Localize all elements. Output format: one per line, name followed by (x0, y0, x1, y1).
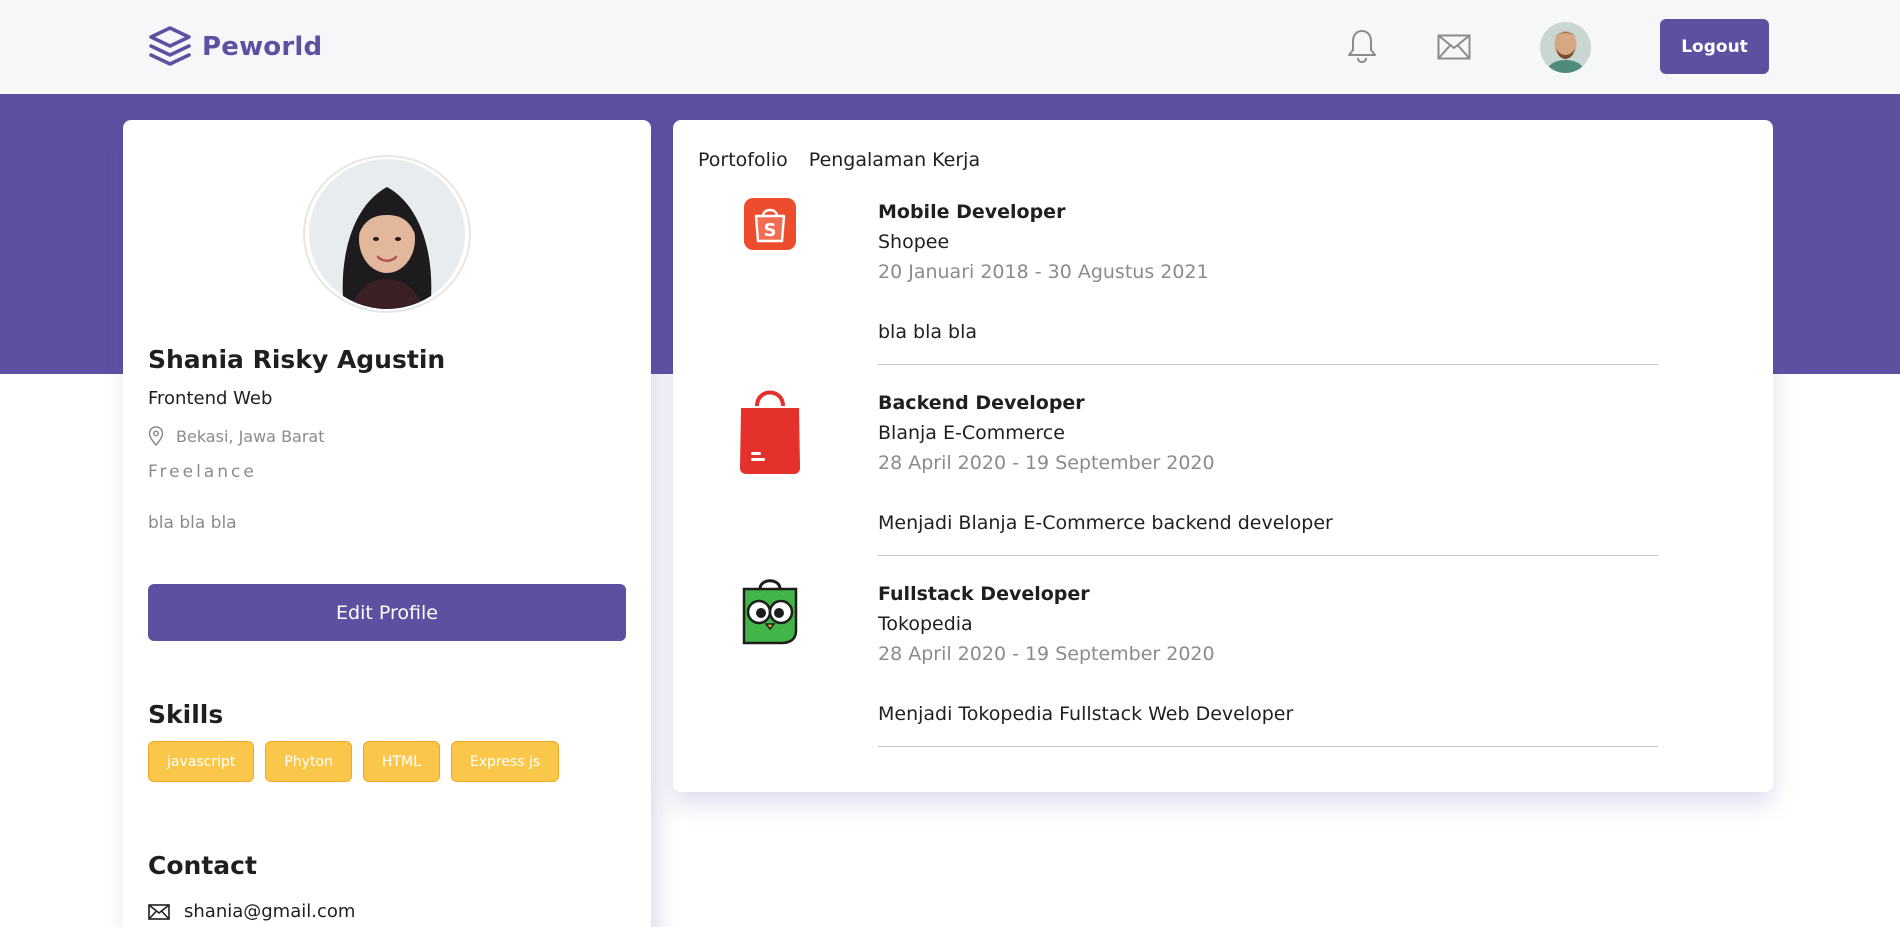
experience-card: Portofolio Pengalaman Kerja S Mobile Dev… (673, 120, 1773, 792)
edit-profile-button[interactable]: Edit Profile (148, 584, 626, 641)
experience-position: Backend Developer (878, 392, 1085, 414)
skills-title: Skills (148, 700, 224, 729)
experience-description: bla bla bla (878, 321, 978, 343)
profile-card: Shania Risky Agustin Frontend Web Bekasi… (123, 120, 651, 927)
tab-pengalaman-kerja[interactable]: Pengalaman Kerja (809, 149, 980, 171)
shopee-logo-icon: S (735, 197, 805, 267)
tab-portofolio[interactable]: Portofolio (698, 149, 788, 171)
experience-position: Mobile Developer (878, 201, 1066, 223)
experience-company: Tokopedia (878, 613, 973, 635)
experience-date: 28 April 2020 - 19 September 2020 (878, 643, 1215, 665)
experience-position: Fullstack Developer (878, 583, 1090, 605)
profile-location: Bekasi, Jawa Barat (148, 426, 325, 446)
brand[interactable]: Peworld (148, 26, 322, 68)
experience-company: Shopee (878, 231, 950, 253)
layers-logo-icon (149, 26, 191, 66)
profile-location-text: Bekasi, Jawa Barat (176, 426, 325, 446)
contact-email[interactable]: shania@gmail.com (148, 901, 355, 922)
tabs: Portofolio Pengalaman Kerja (698, 149, 980, 171)
experience-item: S Mobile Developer Shopee 20 Januari 201… (673, 197, 1773, 367)
experience-item: Backend Developer Blanja E-Commerce 28 A… (673, 388, 1773, 558)
user-avatar[interactable] (1540, 22, 1591, 73)
experience-date: 20 Januari 2018 - 30 Agustus 2021 (878, 261, 1209, 283)
divider (878, 364, 1658, 365)
profile-avatar (309, 159, 465, 309)
tokopedia-logo-icon (735, 579, 805, 649)
brand-name: Peworld (202, 32, 323, 62)
experience-description: Menjadi Blanja E-Commerce backend develo… (878, 512, 1333, 534)
svg-text:S: S (764, 220, 777, 241)
logout-button[interactable]: Logout (1660, 19, 1769, 74)
profile-status: Freelance (148, 462, 257, 482)
profile-name: Shania Risky Agustin (148, 345, 446, 374)
skills-list: javascript Phyton HTML Express js (148, 741, 560, 782)
divider (878, 555, 1658, 556)
mail-icon (148, 903, 170, 920)
blanja-logo-icon (735, 384, 805, 474)
skill-chip: Phyton (265, 741, 352, 782)
contact-title: Contact (148, 851, 257, 880)
skill-chip: HTML (362, 741, 440, 782)
experience-item: Fullstack Developer Tokopedia 28 April 2… (673, 579, 1773, 749)
bell-icon[interactable] (1347, 28, 1377, 64)
experience-date: 28 April 2020 - 19 September 2020 (878, 452, 1215, 474)
skill-chip: Express js (450, 741, 560, 782)
contact-email-text: shania@gmail.com (184, 901, 356, 922)
profile-description: bla bla bla (148, 513, 237, 533)
mail-icon[interactable] (1437, 34, 1471, 60)
skill-chip: javascript (148, 741, 255, 782)
profile-job: Frontend Web (148, 388, 273, 409)
profile-avatar-frame (303, 155, 471, 313)
divider (878, 746, 1658, 747)
navbar: Peworld Logout (0, 0, 1900, 94)
map-pin-icon (148, 426, 164, 446)
experience-description: Menjadi Tokopedia Fullstack Web Develope… (878, 703, 1294, 725)
experience-company: Blanja E-Commerce (878, 422, 1065, 444)
